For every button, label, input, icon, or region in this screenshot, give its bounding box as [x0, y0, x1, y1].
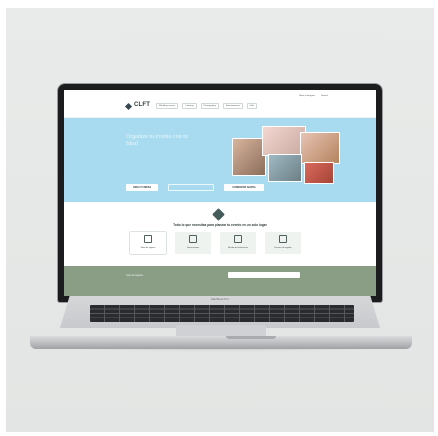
- category-cards: Sitios de lugares Decoraciones Mundo de …: [130, 232, 301, 254]
- collage-photo: [304, 162, 334, 184]
- footer-text: Gran de lugares: [126, 274, 144, 277]
- laptop-lid: CLFT Wedding venues Catering Photography…: [58, 84, 382, 302]
- card-label: Sitios de lugares: [140, 247, 156, 249]
- category-card[interactable]: Sitios de lugares: [130, 232, 166, 254]
- diamond-icon: [212, 208, 225, 221]
- category-card[interactable]: Mundo de Invitaciones: [220, 232, 256, 254]
- hero-banner: Organize tu evento con tu Ideal CREA TU …: [64, 118, 376, 202]
- nav-item[interactable]: Wedding venues: [156, 103, 179, 109]
- laptop-keyboard: [90, 305, 354, 322]
- collage-photo: [268, 154, 302, 182]
- laptop-front-edge: [30, 336, 412, 349]
- nav-item[interactable]: Gifts: [246, 103, 258, 109]
- section-title: Todo lo que necesitas para planear tu ev…: [173, 223, 267, 227]
- invitation-icon: [234, 235, 242, 243]
- utility-links: Meet a designer Search: [299, 95, 328, 97]
- nav-item[interactable]: Photography: [200, 103, 219, 109]
- venue-icon: [144, 235, 152, 243]
- hero-title: Organize tu evento con tu Ideal: [126, 134, 188, 147]
- site-logo[interactable]: CLFT: [134, 102, 150, 108]
- laptop-notch: [226, 336, 276, 339]
- main-nav: Wedding venues Catering Photography Ente…: [156, 103, 258, 109]
- nav-item[interactable]: Entertainment: [222, 103, 243, 109]
- card-label: Favores de regalos: [274, 247, 292, 249]
- site-header: CLFT Wedding venues Catering Photography…: [64, 90, 376, 118]
- utility-link[interactable]: Meet a designer: [299, 95, 315, 97]
- hero-photo-collage: [232, 124, 352, 184]
- hero-secondary-button[interactable]: COMENZAR AHORA: [224, 184, 264, 191]
- laptop-model-label: MacBook Pro: [210, 297, 229, 301]
- collage-photo: [232, 138, 266, 176]
- laptop-screen: CLFT Wedding venues Catering Photography…: [64, 90, 376, 296]
- category-card[interactable]: Favores de regalos: [265, 232, 301, 254]
- category-card[interactable]: Decoraciones: [175, 232, 211, 254]
- decor-icon: [189, 235, 197, 243]
- nav-item[interactable]: Catering: [182, 103, 197, 109]
- logo-icon: [124, 102, 133, 111]
- footer-strip: Gran de lugares: [64, 266, 376, 296]
- gift-icon: [279, 235, 287, 243]
- utility-link[interactable]: Search: [321, 95, 328, 97]
- card-label: Mundo de Invitaciones: [227, 247, 248, 249]
- footer-search-input[interactable]: [228, 272, 300, 278]
- hero-primary-button[interactable]: CREA TU MESA: [126, 184, 158, 191]
- hero-ghost-button[interactable]: [168, 184, 214, 191]
- card-label: Decoraciones: [186, 247, 200, 249]
- collage-photo: [300, 132, 340, 164]
